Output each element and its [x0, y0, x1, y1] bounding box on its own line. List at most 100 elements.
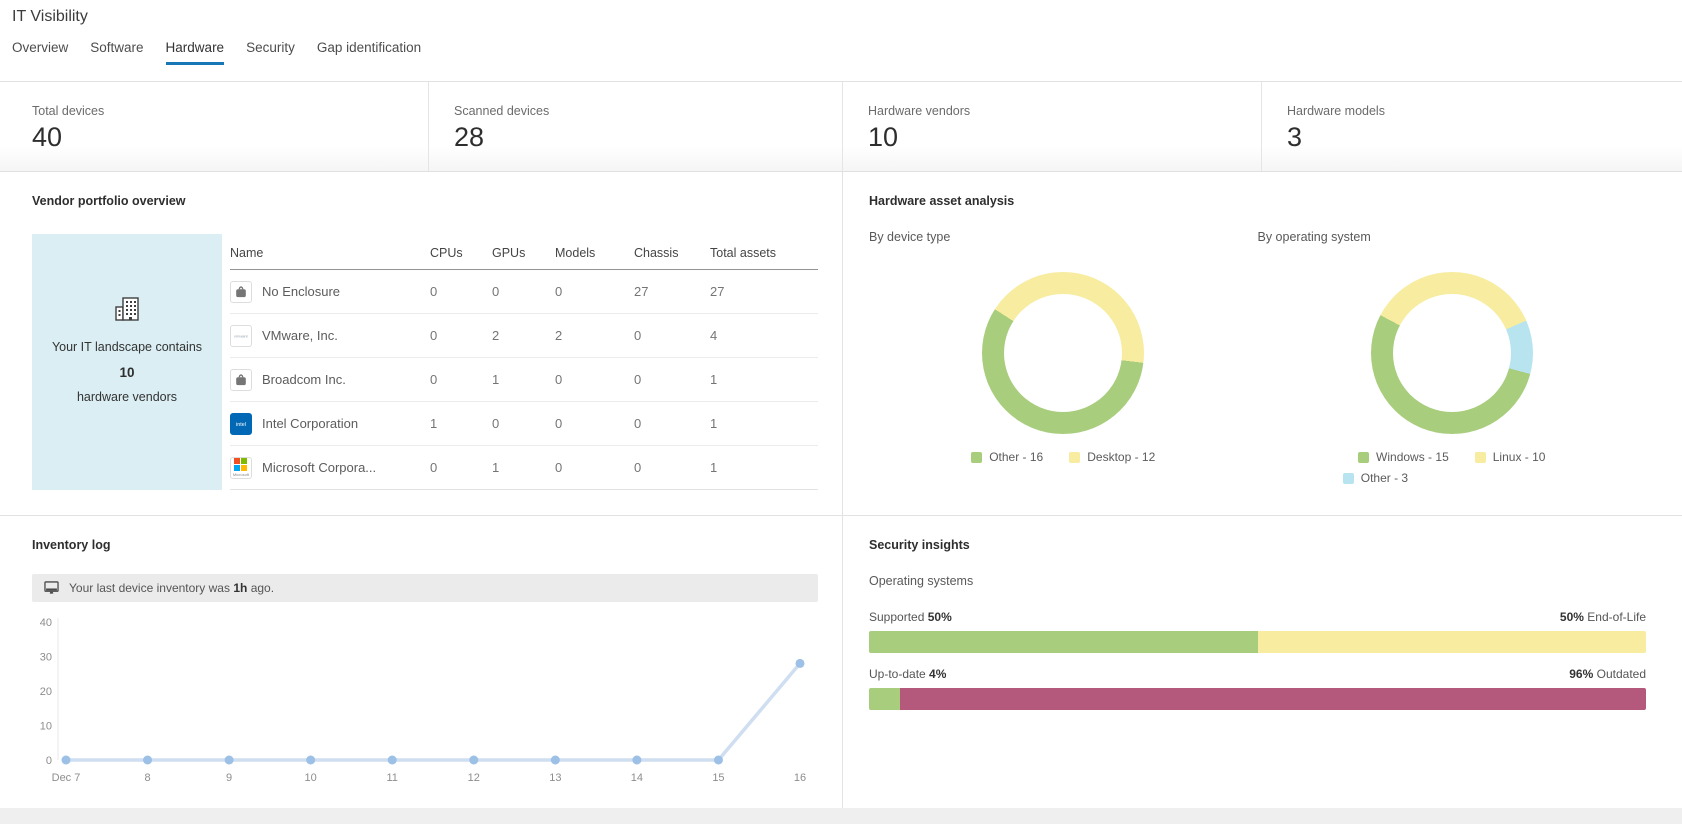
stat-card-hardware-models: Hardware models 3: [1261, 82, 1682, 171]
cell-models: 0: [555, 416, 634, 431]
security-subtitle: Operating systems: [869, 574, 1646, 588]
cell-models: 0: [555, 284, 634, 299]
os-currency-bar-labels: Up-to-date 4% 96% Outdated: [869, 667, 1646, 681]
bar-right-label: Outdated: [1597, 667, 1646, 681]
bar-left-label: Supported: [869, 610, 924, 624]
table-row-intel[interactable]: intel Intel Corporation 1 0 0 0 1: [230, 402, 818, 446]
cell-chassis: 0: [634, 328, 710, 343]
svg-text:12: 12: [468, 772, 480, 784]
generic-vendor-icon: [230, 369, 252, 391]
svg-text:11: 11: [387, 772, 398, 784]
cell-total-assets: 4: [710, 328, 818, 343]
legend-swatch: [1069, 452, 1080, 463]
stat-value: 28: [454, 122, 842, 153]
monitor-icon: [44, 581, 59, 595]
table-row-microsoft[interactable]: Microsoft Microsoft Corpora... 0 1 0 0 1: [230, 446, 818, 490]
cell-chassis: 27: [634, 284, 710, 299]
os-support-stacked-bar: [869, 631, 1646, 653]
svg-text:intel: intel: [236, 422, 246, 428]
operating-system-chart: By operating system Windows - 15 L: [1258, 230, 1647, 485]
legend-item-desktop[interactable]: Desktop - 12: [1069, 450, 1155, 464]
legend-item-other-os[interactable]: Other - 3: [1343, 471, 1408, 485]
tab-overview[interactable]: Overview: [12, 40, 68, 65]
legend-swatch: [1343, 473, 1354, 484]
stat-card-total-devices: Total devices 40: [0, 82, 428, 171]
stat-label: Total devices: [32, 104, 428, 118]
vendor-name: No Enclosure: [262, 284, 340, 299]
legend-label: Windows - 15: [1376, 450, 1449, 464]
svg-text:16: 16: [794, 772, 806, 784]
stat-label: Scanned devices: [454, 104, 842, 118]
svg-text:20: 20: [40, 686, 52, 698]
stats-row: Total devices 40 Scanned devices 28 Hard…: [0, 81, 1682, 172]
bar-left-value: 4%: [929, 667, 946, 681]
legend-label: Other - 16: [989, 450, 1043, 464]
vendor-summary-card: Your IT landscape contains 10 hardware v…: [32, 234, 222, 490]
cell-gpus: 2: [492, 328, 555, 343]
cell-gpus: 1: [492, 460, 555, 475]
legend-label: Other - 3: [1361, 471, 1408, 485]
tab-security[interactable]: Security: [246, 40, 295, 65]
svg-text:10: 10: [305, 772, 317, 784]
cell-total-assets: 27: [710, 284, 818, 299]
vendor-name: Broadcom Inc.: [262, 372, 346, 387]
it-visibility-dashboard: IT Visibility Overview Software Hardware…: [0, 0, 1682, 824]
svg-text:9: 9: [226, 772, 232, 784]
inventory-note: Your last device inventory was 1h ago.: [32, 574, 818, 602]
bar-right-label: End-of-Life: [1587, 610, 1646, 624]
cell-chassis: 0: [634, 416, 710, 431]
inventory-note-text2: ago.: [251, 581, 274, 595]
cell-total-assets: 1: [710, 416, 818, 431]
col-header-total-assets: Total assets: [710, 246, 818, 260]
svg-text:0: 0: [46, 755, 52, 767]
stat-value: 10: [868, 122, 1261, 153]
legend-label: Linux - 10: [1493, 450, 1546, 464]
table-row-vmware[interactable]: vmware VMware, Inc. 0 2 2 0 4: [230, 314, 818, 358]
building-icon: [111, 292, 143, 324]
table-row-broadcom[interactable]: Broadcom Inc. 0 1 0 0 1: [230, 358, 818, 402]
col-header-chassis: Chassis: [634, 246, 710, 260]
operating-system-donut-chart: [1371, 272, 1533, 434]
vendor-summary-line1: Your IT landscape contains: [52, 336, 202, 359]
vmware-logo-icon: vmware: [230, 325, 252, 347]
page-title: IT Visibility: [12, 6, 1670, 40]
vendor-table: Name CPUs GPUs Models Chassis Total asse…: [230, 234, 818, 490]
col-header-cpus: CPUs: [430, 246, 492, 260]
tab-gap-identification[interactable]: Gap identification: [317, 40, 421, 65]
inventory-note-time: 1h: [233, 581, 247, 595]
svg-text:8: 8: [144, 772, 150, 784]
intel-logo-icon: intel: [230, 413, 252, 435]
generic-vendor-icon: [230, 281, 252, 303]
cell-models: 0: [555, 460, 634, 475]
cell-models: 2: [555, 328, 634, 343]
cell-gpus: 0: [492, 416, 555, 431]
cell-total-assets: 1: [710, 460, 818, 475]
legend-item-windows[interactable]: Windows - 15: [1358, 450, 1449, 464]
panel-title: Vendor portfolio overview: [32, 194, 818, 208]
bar-left-label: Up-to-date: [869, 667, 926, 681]
bar-right-value: 50%: [1560, 610, 1584, 624]
stat-value: 3: [1287, 122, 1682, 153]
legend-item-linux[interactable]: Linux - 10: [1475, 450, 1546, 464]
vendor-name: Microsoft Corpora...: [262, 460, 376, 475]
chart-subtitle: By operating system: [1258, 230, 1647, 244]
col-header-name: Name: [230, 246, 430, 260]
legend-item-other[interactable]: Other - 16: [971, 450, 1043, 464]
cell-models: 0: [555, 372, 634, 387]
tab-hardware[interactable]: Hardware: [166, 40, 225, 65]
os-support-bar-labels: Supported 50% 50% End-of-Life: [869, 610, 1646, 624]
cell-gpus: 0: [492, 284, 555, 299]
table-row-no-enclosure[interactable]: No Enclosure 0 0 0 27 27: [230, 270, 818, 314]
tab-software[interactable]: Software: [90, 40, 143, 65]
panel-title: Hardware asset analysis: [869, 194, 1646, 208]
inventory-line-chart: 010203040Dec 78910111213141516: [32, 608, 818, 811]
legend-swatch: [1358, 452, 1369, 463]
device-type-donut-chart: [982, 272, 1144, 434]
stat-card-scanned-devices: Scanned devices 28: [428, 82, 842, 171]
vendor-name: Intel Corporation: [262, 416, 358, 431]
cell-cpus: 0: [430, 328, 492, 343]
cell-cpus: 0: [430, 284, 492, 299]
legend-swatch: [971, 452, 982, 463]
col-header-gpus: GPUs: [492, 246, 555, 260]
hardware-asset-analysis-panel: Hardware asset analysis By device type O…: [843, 172, 1682, 516]
